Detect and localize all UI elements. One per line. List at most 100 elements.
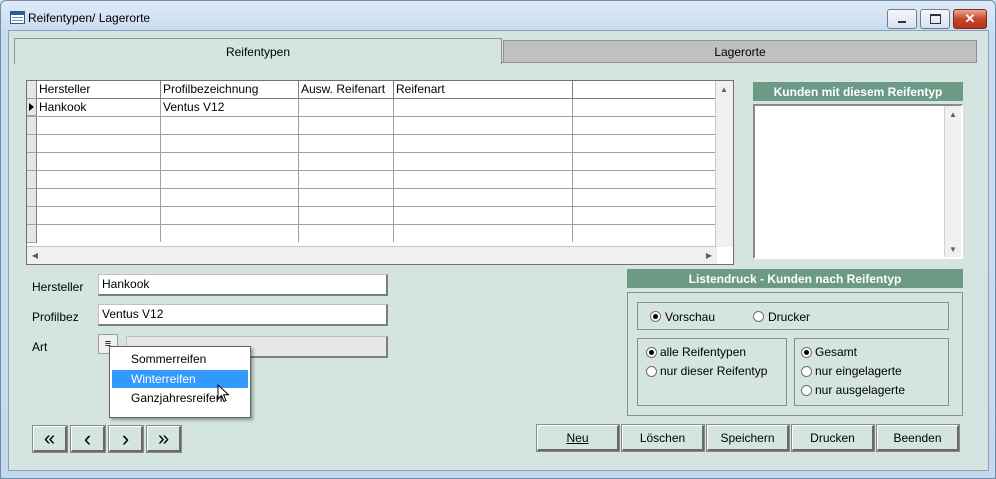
row-indicator [27, 153, 37, 171]
table-row[interactable] [27, 225, 717, 243]
table-row[interactable] [27, 207, 717, 225]
table-cell[interactable]: Ventus V12 [161, 99, 299, 116]
radio-nur-dieser-reifentyp-label[interactable]: nur dieser Reifentyp [660, 364, 767, 378]
new-button[interactable]: Neu [536, 424, 620, 452]
table-cell[interactable] [299, 99, 394, 116]
delete-button-label: Löschen [639, 430, 686, 445]
table-row[interactable] [27, 117, 717, 135]
table-vertical-scrollbar[interactable]: ▲ [715, 81, 733, 247]
radio-alle-reifentypen[interactable] [646, 347, 657, 358]
column-header-reifenart[interactable]: Reifenart [394, 81, 573, 99]
table-cell[interactable] [394, 117, 573, 134]
table-horizontal-scrollbar[interactable]: ◀ ▶ [27, 246, 717, 264]
table-cell[interactable] [299, 207, 394, 224]
maximize-button[interactable] [920, 9, 950, 29]
maximize-icon [929, 14, 941, 24]
table-cell[interactable] [161, 153, 299, 170]
radio-vorschau-label[interactable]: Vorschau [665, 310, 715, 324]
customers-list-scrollbar[interactable]: ▲ ▼ [944, 106, 961, 257]
table-row[interactable] [27, 189, 717, 207]
table-cell[interactable] [161, 171, 299, 188]
table-cell[interactable] [394, 225, 573, 242]
row-indicator [27, 225, 37, 243]
hersteller-field[interactable]: Hankook [98, 274, 388, 296]
table-cell[interactable] [394, 207, 573, 224]
table-cell[interactable] [37, 225, 161, 242]
chevron-left-icon: ‹ [83, 425, 92, 451]
table-cell[interactable] [394, 171, 573, 188]
close-button[interactable]: ✕ [953, 9, 987, 29]
scroll-up-icon[interactable]: ▲ [716, 81, 732, 97]
table-cell[interactable] [299, 153, 394, 170]
table-cell[interactable] [394, 189, 573, 206]
table-row[interactable] [27, 171, 717, 189]
table-cell[interactable] [299, 225, 394, 242]
table-cell[interactable] [573, 99, 717, 116]
scroll-left-icon[interactable]: ◀ [27, 247, 43, 263]
art-dropdown-list[interactable]: Sommerreifen Winterreifen Ganzjahresreif… [109, 346, 251, 418]
first-record-button[interactable]: « [32, 425, 68, 453]
table-cell[interactable] [161, 207, 299, 224]
table-cell[interactable] [299, 135, 394, 152]
row-indicator [27, 117, 37, 135]
table-row[interactable] [27, 153, 717, 171]
radio-nur-ausgelagerte[interactable] [801, 385, 812, 396]
double-chevron-right-icon: » [157, 427, 170, 450]
column-header-extra[interactable] [573, 81, 717, 99]
delete-button[interactable]: Löschen [621, 424, 705, 452]
save-button[interactable]: Speichern [706, 424, 790, 452]
tire-types-table[interactable]: Hersteller Profilbezeichnung Ausw. Reife… [26, 80, 734, 265]
table-cell[interactable] [161, 225, 299, 242]
radio-nur-dieser-reifentyp[interactable] [646, 366, 657, 377]
table-cell[interactable] [394, 153, 573, 170]
table-cell[interactable] [37, 135, 161, 152]
scroll-up-icon[interactable]: ▲ [945, 106, 961, 122]
table-cell[interactable] [394, 135, 573, 152]
table-cell[interactable] [37, 189, 161, 206]
row-indicator [27, 189, 37, 207]
table-cell[interactable] [299, 171, 394, 188]
column-header-hersteller[interactable]: Hersteller [37, 81, 161, 99]
minimize-button[interactable] [887, 9, 917, 29]
minimize-icon [898, 21, 906, 23]
table-row[interactable]: Hankook Ventus V12 [27, 99, 717, 117]
radio-nur-eingelagerte[interactable] [801, 366, 812, 377]
radio-nur-ausgelagerte-label[interactable]: nur ausgelagerte [815, 383, 905, 397]
radio-alle-reifentypen-label[interactable]: alle Reifentypen [660, 345, 746, 359]
table-cell[interactable] [161, 189, 299, 206]
radio-gesamt-label[interactable]: Gesamt [815, 345, 857, 359]
last-record-button[interactable]: » [146, 425, 182, 453]
table-row[interactable] [27, 135, 717, 153]
tab-reifentypen[interactable]: Reifentypen [14, 38, 502, 64]
column-header-profilbezeichnung[interactable]: Profilbezeichnung [161, 81, 299, 99]
new-button-label: Neu [566, 430, 589, 445]
tab-lagerorte[interactable]: Lagerorte [503, 40, 977, 63]
table-cell[interactable] [37, 117, 161, 134]
radio-vorschau[interactable] [650, 311, 661, 322]
table-cell[interactable] [394, 99, 573, 116]
radio-nur-eingelagerte-label[interactable]: nur eingelagerte [815, 364, 902, 378]
next-record-button[interactable]: › [108, 425, 144, 453]
print-button[interactable]: Drucken [791, 424, 875, 452]
dropdown-option-sommerreifen[interactable]: Sommerreifen [112, 350, 248, 368]
scroll-right-icon[interactable]: ▶ [701, 247, 717, 263]
table-cell[interactable]: Hankook [37, 99, 161, 116]
close-form-button-label: Beenden [893, 430, 942, 445]
customers-list[interactable]: ▲ ▼ [753, 104, 963, 259]
table-cell[interactable] [37, 171, 161, 188]
tab-divider [502, 62, 977, 63]
table-cell[interactable] [299, 117, 394, 134]
table-cell[interactable] [37, 153, 161, 170]
table-cell[interactable] [299, 189, 394, 206]
table-cell[interactable] [161, 135, 299, 152]
radio-gesamt[interactable] [801, 347, 812, 358]
profilbez-field[interactable]: Ventus V12 [98, 304, 388, 326]
previous-record-button[interactable]: ‹ [70, 425, 106, 453]
scroll-down-icon[interactable]: ▼ [945, 241, 961, 257]
close-form-button[interactable]: Beenden [876, 424, 960, 452]
column-header-ausw-reifenart[interactable]: Ausw. Reifenart [299, 81, 394, 99]
radio-drucker[interactable] [753, 311, 764, 322]
radio-drucker-label[interactable]: Drucker [768, 310, 810, 324]
table-cell[interactable] [37, 207, 161, 224]
table-cell[interactable] [161, 117, 299, 134]
